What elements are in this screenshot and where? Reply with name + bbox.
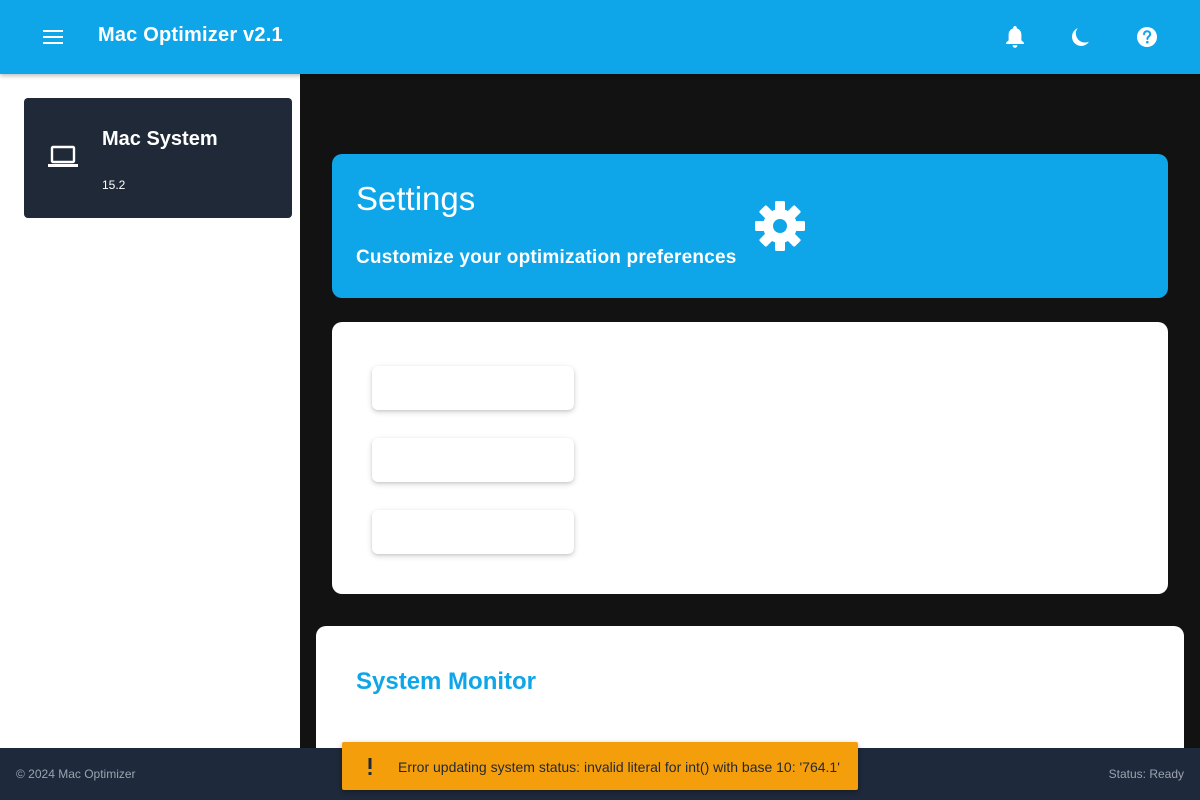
settings-subtitle: Customize your optimization preferences [356, 247, 737, 268]
settings-title: Settings [356, 180, 476, 217]
gear-icon [755, 201, 805, 251]
menu-button[interactable] [33, 17, 73, 57]
theme-toggle-button[interactable] [1061, 17, 1101, 57]
system-info-card[interactable]: Mac System 15.2 [24, 98, 292, 218]
moon-icon [1072, 28, 1089, 46]
system-monitor-title: System Monitor [356, 668, 537, 695]
exclamation-icon [368, 758, 372, 775]
error-snackbar[interactable]: Error updating system status: invalid li… [342, 742, 858, 790]
settings-option-card[interactable] [372, 366, 574, 410]
menu-icon [43, 30, 63, 44]
top-app-bar: Mac Optimizer v2.1 [0, 0, 1200, 74]
system-name: Mac System [102, 128, 218, 150]
settings-options-panel [332, 322, 1168, 594]
settings-banner: Settings Customize your optimization pre… [332, 154, 1168, 298]
bell-icon [1006, 26, 1024, 48]
laptop-icon [48, 145, 78, 167]
snackbar-message: Error updating system status: invalid li… [398, 759, 840, 775]
footer-status: Status: Ready [1108, 767, 1184, 781]
app-window: Mac Optimizer v2.1 Mac System 15.2 Setti… [0, 0, 1200, 800]
system-version: 15.2 [102, 178, 126, 192]
footer-copyright: © 2024 Mac Optimizer [16, 767, 136, 781]
sidebar: Mac System 15.2 [0, 74, 300, 748]
app-title: Mac Optimizer v2.1 [98, 24, 283, 46]
settings-option-card[interactable] [372, 438, 574, 482]
help-icon [1137, 27, 1157, 47]
help-button[interactable] [1127, 17, 1167, 57]
settings-option-card[interactable] [372, 510, 574, 554]
notifications-button[interactable] [995, 17, 1035, 57]
